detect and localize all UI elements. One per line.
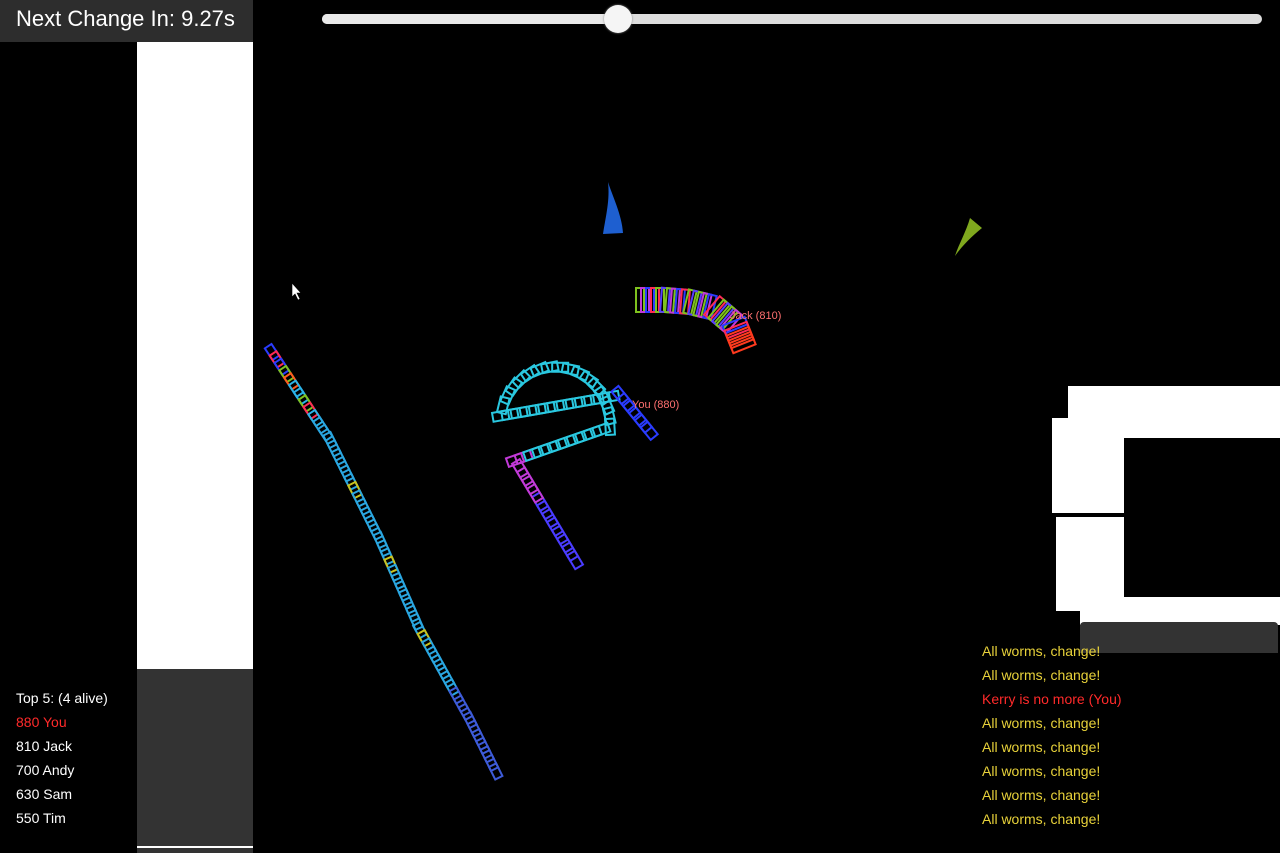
leaderboard-entry: 700 Andy <box>16 762 75 778</box>
player-worm-label: You (880) <box>632 399 680 411</box>
message-log: All worms, change! All worms, change! Ke… <box>982 639 1122 831</box>
worm-segment <box>519 363 541 383</box>
message-line: Kerry is no more (You) <box>982 691 1122 707</box>
message-line: All worms, change! <box>982 643 1101 659</box>
message-line: All worms, change! <box>982 667 1101 683</box>
jack-worm-label: Jack (810) <box>730 310 782 322</box>
worm-segment <box>639 420 660 442</box>
food-blob-green <box>955 218 982 256</box>
leaderboard-title: Top 5: (4 alive) <box>16 690 108 706</box>
worm-long <box>263 342 504 781</box>
worm-segment <box>529 360 551 378</box>
worm-player <box>490 360 660 571</box>
worm-segment <box>487 762 504 781</box>
leaderboard-entry: 810 Jack <box>16 738 73 754</box>
mouse-cursor-icon <box>291 282 302 301</box>
leaderboard-entry: 630 Sam <box>16 786 73 802</box>
message-line: All worms, change! <box>982 763 1101 779</box>
message-line: All worms, change! <box>982 787 1101 803</box>
message-line: All worms, change! <box>982 715 1101 731</box>
message-line: All worms, change! <box>982 811 1101 827</box>
leaderboard-entry: 880 You <box>16 714 67 730</box>
message-line: All worms, change! <box>982 739 1101 755</box>
leaderboard-entry: 550 Tim <box>16 810 66 826</box>
worm-segment <box>560 362 581 377</box>
leaderboard: Top 5: (4 alive) 880 You 810 Jack 700 An… <box>16 686 108 830</box>
food-blob-blue <box>603 182 623 234</box>
worm-segment <box>598 394 616 416</box>
